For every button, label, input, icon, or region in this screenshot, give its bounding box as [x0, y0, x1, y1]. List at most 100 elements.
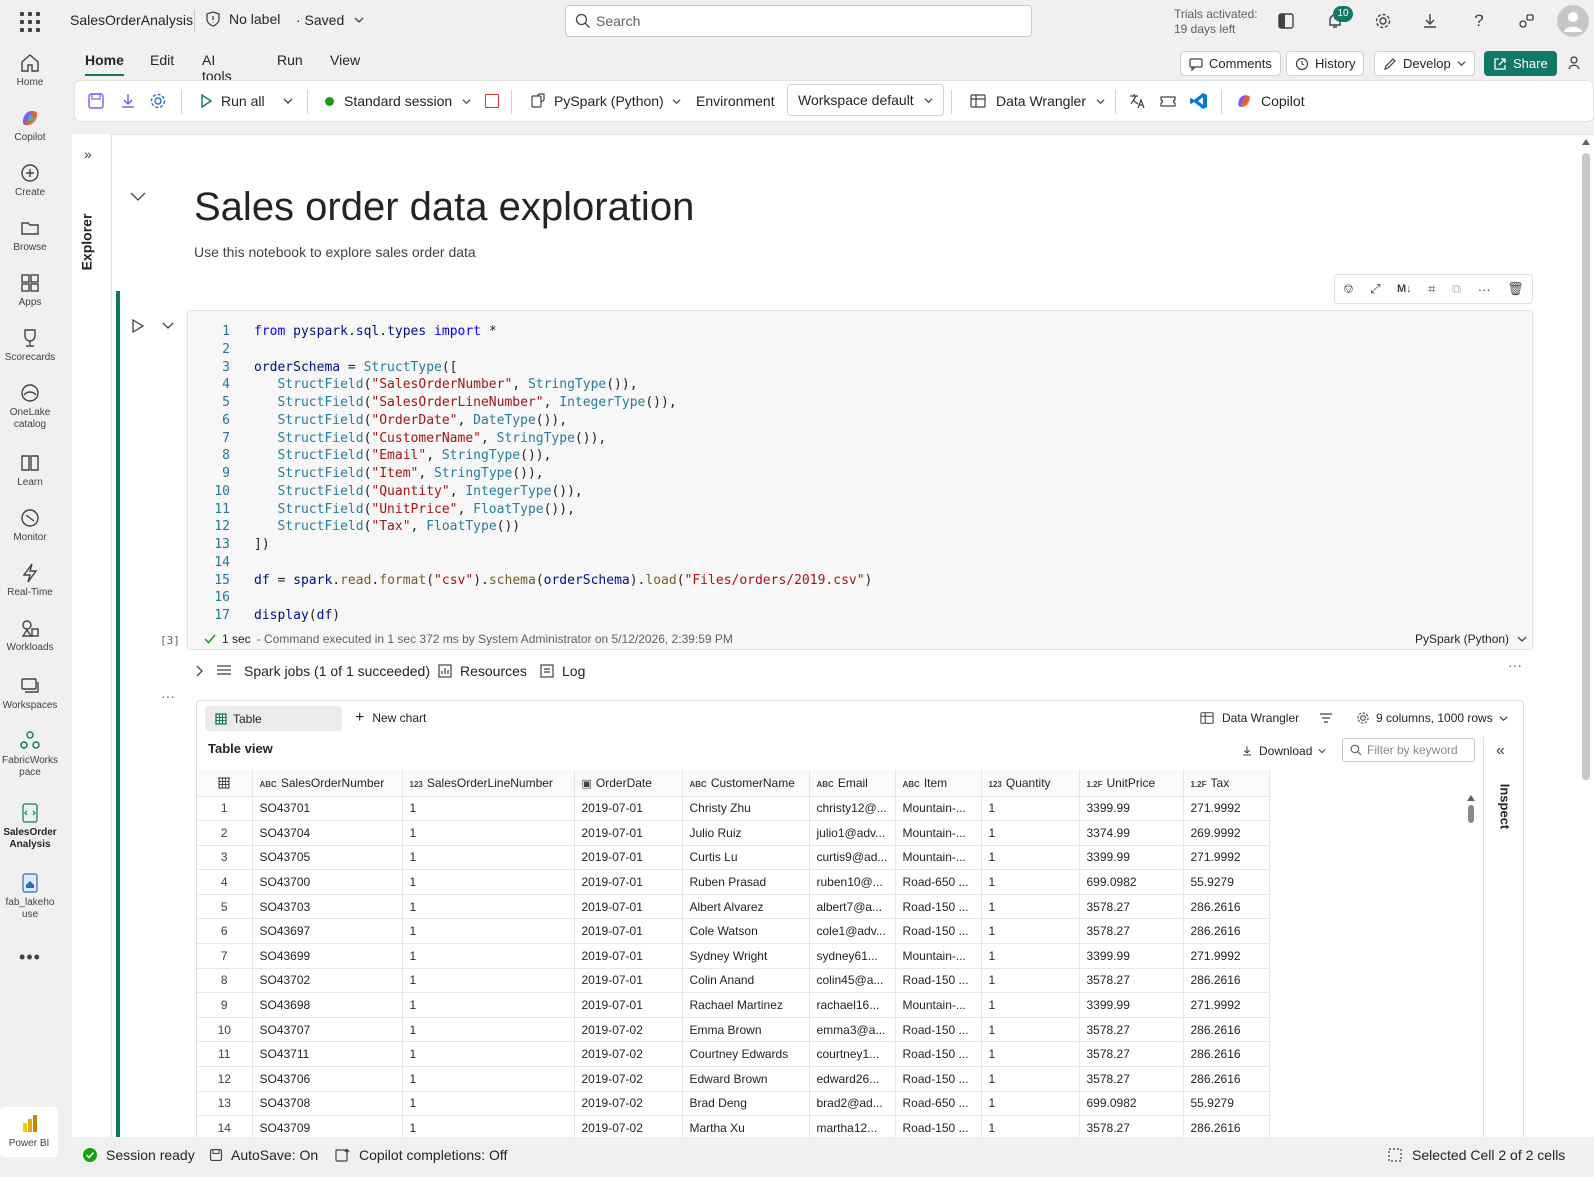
panel-toggle-icon[interactable] — [1272, 7, 1300, 35]
table-row[interactable]: 9 SO43698 1 2019-07-01 Rachael Martinez racha… — [197, 992, 1270, 1018]
explorer-label[interactable]: Explorer — [78, 214, 94, 271]
table-cell[interactable]: 286.2616 — [1183, 1041, 1270, 1068]
code-text[interactable]: orderSchema = StructType([ — [254, 359, 458, 377]
table-cell[interactable]: curtis9@ad... — [809, 845, 896, 871]
table-row[interactable]: 6 SO43697 1 2019-07-01 Cole Watson cole1@adv.… — [197, 918, 1270, 945]
rail-item-monitor[interactable]: Monitor — [0, 507, 60, 543]
table-cell[interactable]: SO43699 — [252, 943, 403, 969]
session-status[interactable]: Session ready — [82, 1147, 195, 1163]
table-cell[interactable]: SO43706 — [252, 1066, 403, 1092]
table-cell[interactable]: 2019-07-02 — [574, 1091, 683, 1117]
table-cell[interactable]: SO43711 — [252, 1041, 403, 1068]
table-tab[interactable]: Table — [205, 706, 342, 731]
table-cell[interactable]: Mountain-... — [895, 943, 982, 969]
feedback-icon[interactable] — [1512, 7, 1540, 35]
table-cell[interactable]: 1 — [402, 1115, 575, 1137]
table-cell[interactable]: 2019-07-01 — [574, 918, 683, 945]
table-cell[interactable]: SO43709 — [252, 1115, 403, 1137]
table-cell[interactable]: 1 — [402, 1066, 575, 1092]
output-data-wrangler-button[interactable]: Data Wrangler — [1200, 711, 1299, 725]
table-row[interactable]: 12 SO43706 1 2019-07-02 Edward Brown edward26… — [197, 1066, 1270, 1092]
tab-view[interactable]: View — [330, 52, 360, 68]
table-cell[interactable]: SO43698 — [252, 992, 403, 1018]
table-cell[interactable]: 2019-07-02 — [574, 1017, 683, 1043]
table-cell[interactable]: 1 — [402, 796, 575, 822]
search-input[interactable]: Search — [565, 5, 1032, 37]
copilot-completions-status[interactable]: Copilot completions: Off — [335, 1147, 507, 1163]
table-row[interactable]: 7 SO43699 1 2019-07-01 Sydney Wright sydney61… — [197, 943, 1270, 969]
code-text[interactable]: StructField("SalesOrderNumber", StringTy… — [254, 376, 637, 394]
data-wrangler-button[interactable]: Data Wrangler — [970, 81, 1105, 121]
notebook-settings-icon[interactable] — [149, 81, 167, 121]
table-cell[interactable]: christy12@... — [809, 796, 896, 822]
table-cell[interactable]: 1 — [402, 918, 575, 945]
table-row[interactable]: 10 SO43707 1 2019-07-02 Emma Brown emma3@a...… — [197, 1017, 1270, 1043]
table-cell[interactable]: 1 — [981, 943, 1080, 969]
table-cell[interactable]: ruben10@... — [809, 869, 896, 895]
rail-item-apps[interactable]: Apps — [0, 272, 60, 308]
table-cell[interactable]: colin45@a... — [809, 968, 896, 994]
rail-item-fabricworkspace[interactable]: FabricWorkspace — [0, 730, 60, 779]
settings-icon[interactable] — [1369, 7, 1397, 35]
trial-status[interactable]: Trials activated: 19 days left — [1174, 7, 1258, 37]
table-cell[interactable]: 1 — [981, 1091, 1080, 1117]
filter-icon[interactable] — [1319, 712, 1333, 724]
table-cell[interactable]: 271.9992 — [1183, 943, 1270, 969]
table-cell[interactable]: 1 — [981, 1041, 1080, 1068]
table-cell[interactable]: brad2@ad... — [809, 1091, 896, 1117]
rail-item-realtime[interactable]: Real-Time — [0, 562, 60, 598]
code-text[interactable]: ]) — [254, 536, 270, 554]
rail-item-powerbi[interactable]: Power BI — [0, 1107, 58, 1157]
tab-edit[interactable]: Edit — [150, 52, 174, 68]
table-cell[interactable]: Mountain-... — [895, 845, 982, 871]
table-cell[interactable]: 1 — [981, 918, 1080, 945]
table-cell[interactable]: martha12... — [809, 1115, 896, 1137]
share-button[interactable]: Share — [1484, 51, 1557, 76]
table-cell[interactable]: SO43697 — [252, 918, 403, 945]
table-cell[interactable]: 2019-07-02 — [574, 1066, 683, 1092]
tab-run[interactable]: Run — [277, 52, 303, 68]
table-cell[interactable]: Road-150 ... — [895, 968, 982, 994]
code-cell[interactable]: 1 from pyspark.sql.types import * 2 3 orderS… — [187, 310, 1533, 650]
table-cell[interactable]: 3374.99 — [1079, 820, 1184, 846]
table-cell[interactable]: Mountain-... — [895, 992, 982, 1018]
tab-home[interactable]: Home — [85, 52, 124, 76]
table-cell[interactable]: 3578.27 — [1079, 1017, 1184, 1043]
scroll-up-icon[interactable] — [1582, 139, 1590, 145]
rail-item-browse[interactable]: Browse — [0, 217, 60, 253]
table-cell[interactable]: Rachael Martinez — [682, 992, 810, 1018]
expand-icon[interactable]: ⤢ — [1370, 281, 1380, 297]
expand-explorer-icon[interactable]: » — [84, 146, 92, 162]
inspect-label[interactable]: Inspect — [1497, 784, 1512, 830]
rail-item-learn[interactable]: Learn — [0, 452, 60, 488]
table-cell[interactable]: 1 — [402, 1091, 575, 1117]
table-cell[interactable]: Cole Watson — [682, 918, 810, 945]
resources-link[interactable]: Resources — [438, 663, 527, 679]
table-cell[interactable]: Mountain-... — [895, 796, 982, 822]
table-cell[interactable]: 286.2616 — [1183, 968, 1270, 994]
code-text[interactable]: StructField("OrderDate", DateType()), — [254, 412, 567, 430]
table-cell[interactable]: 3399.99 — [1079, 992, 1184, 1018]
table-cell[interactable]: Julio Ruiz — [682, 820, 810, 846]
table-cell[interactable]: Emma Brown — [682, 1017, 810, 1043]
table-cell[interactable]: 3399.99 — [1079, 845, 1184, 871]
copilot-button[interactable]: Copilot — [1235, 81, 1305, 121]
develop-button[interactable]: Develop — [1374, 51, 1475, 76]
table-cell[interactable]: SO43702 — [252, 968, 403, 994]
table-cell[interactable]: 55.9279 — [1183, 1091, 1270, 1117]
table-cell[interactable]: 1 — [981, 1066, 1080, 1092]
table-cell[interactable]: rachael16... — [809, 992, 896, 1018]
table-scrollbar[interactable] — [1467, 795, 1475, 1137]
table-cell[interactable]: 3399.99 — [1079, 943, 1184, 969]
scroll-up-icon[interactable] — [1467, 795, 1475, 801]
table-cell[interactable]: 2019-07-01 — [574, 796, 683, 822]
collapse-inspect-icon[interactable]: « — [1496, 742, 1505, 760]
rail-item-home[interactable]: Home — [0, 52, 60, 88]
table-cell[interactable]: 2019-07-02 — [574, 1041, 683, 1068]
vscode-icon[interactable] — [1189, 81, 1209, 121]
table-cell[interactable]: 286.2616 — [1183, 1115, 1270, 1137]
table-cell[interactable]: 2019-07-01 — [574, 845, 683, 871]
app-launcher-icon[interactable] — [18, 10, 40, 32]
select-all-cell[interactable] — [197, 770, 253, 797]
table-cell[interactable]: 271.9992 — [1183, 845, 1270, 871]
